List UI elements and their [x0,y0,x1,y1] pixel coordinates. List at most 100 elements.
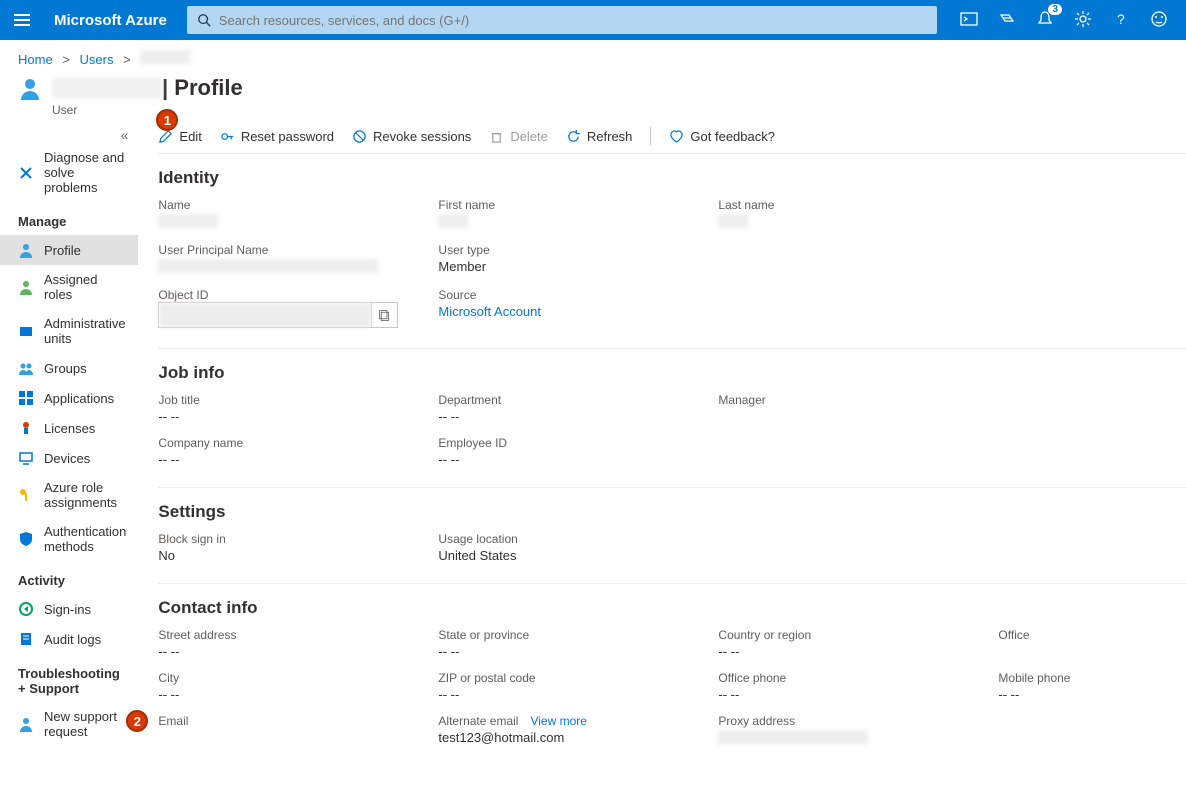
feedback-face-icon[interactable] [1150,10,1168,31]
feedback-button[interactable]: Got feedback? [669,129,775,144]
section-contact: Contact info [158,584,1186,626]
crumb-user-redacted [140,50,190,64]
identity-grid: Name First name Last name User Principal… [158,196,1186,349]
value-mobilephone: -- -- [998,685,1186,702]
label-street: Street address [158,628,428,642]
breadcrumb: Home > Users > [0,40,1186,71]
delete-button: Delete [489,129,548,144]
nav-profile[interactable]: Profile [0,235,138,265]
value-objectid-redacted [159,303,371,327]
collapse-sidebar-icon[interactable]: « [0,127,138,143]
chevron-right-icon: > [123,52,131,67]
directories-icon[interactable] [998,10,1016,31]
label-email: Email [158,714,428,728]
nav-section-manage: Manage [0,202,138,235]
nav-admin-units[interactable]: Administrative units [0,309,138,353]
nav-groups[interactable]: Groups [0,353,138,383]
page-subhead: User [52,103,1186,117]
section-jobinfo: Job info [158,349,1186,391]
menu-toggle[interactable] [8,8,36,32]
reset-password-button[interactable]: Reset password [220,129,334,144]
value-country: -- -- [718,642,988,659]
crumb-users[interactable]: Users [80,52,114,67]
value-jobtitle: -- -- [158,407,428,424]
value-officephone: -- -- [718,685,988,702]
help-icon[interactable]: ? [1112,10,1130,31]
notifications-icon[interactable]: 3 [1036,10,1054,31]
nav-section-activity: Activity [0,561,138,594]
roles-icon [18,279,34,295]
refresh-button[interactable]: Refresh [566,129,633,144]
devices-icon [18,450,34,466]
value-upn-redacted [158,259,378,273]
value-zip: -- -- [438,685,708,702]
label-office: Office [998,628,1186,642]
nav-signins[interactable]: Sign-ins [0,594,138,624]
groups-icon [18,360,34,376]
nav-auditlogs[interactable]: Audit logs [0,624,138,654]
nav-section-trouble: Troubleshooting + Support [0,654,138,702]
nav-auth-methods[interactable]: Authentication methods [0,517,138,561]
nav-azure-role[interactable]: Azure role assignments [0,473,138,517]
page-header: | Profile [0,71,1186,101]
label-city: City [158,671,428,685]
nav-applications[interactable]: Applications [0,383,138,413]
label-mobilephone: Mobile phone [998,671,1186,685]
label-firstname: First name [438,198,708,212]
apps-icon [18,390,34,406]
crumb-home[interactable]: Home [18,52,53,67]
search-icon [197,13,211,27]
value-department: -- -- [438,407,708,424]
nav-diagnose[interactable]: Diagnose and solve problems [0,143,138,202]
label-altemail: Alternate email [438,714,518,728]
user-name-redacted [52,78,162,98]
settings-grid: Block sign inNo Usage locationUnited Sta… [158,530,1186,584]
viewmore-link[interactable]: View more [530,714,586,728]
shield-icon [18,531,34,547]
label-state: State or province [438,628,708,642]
nav-assigned-roles[interactable]: Assigned roles [0,265,138,309]
brand-label[interactable]: Microsoft Azure [54,12,167,29]
cloud-shell-icon[interactable] [960,10,978,31]
value-usagelocation: United States [438,546,708,563]
diagnose-icon [18,165,34,181]
label-source: Source [438,288,708,302]
label-usagelocation: Usage location [438,532,708,546]
revoke-sessions-button[interactable]: Revoke sessions [352,129,471,144]
label-company: Company name [158,436,428,450]
value-city: -- -- [158,685,428,702]
toolbar-separator [650,127,651,145]
label-country: Country or region [718,628,988,642]
value-company: -- -- [158,450,428,467]
label-officephone: Office phone [718,671,988,685]
label-blocksignin: Block sign in [158,532,428,546]
global-header: Microsoft Azure 3 ? [0,0,1186,40]
value-usertype: Member [438,257,708,274]
block-icon [352,129,367,144]
global-search[interactable] [187,6,937,34]
user-icon [18,76,42,100]
nav-devices[interactable]: Devices [0,443,138,473]
log-icon [18,631,34,647]
label-proxy: Proxy address [718,714,988,728]
value-name-redacted [158,214,218,228]
label-objectid: Object ID [158,288,428,302]
value-source[interactable]: Microsoft Account [438,302,708,319]
label-zip: ZIP or postal code [438,671,708,685]
sidebar: « Diagnose and solve problems Manage Pro… [0,117,138,787]
annotation-2: 2 [126,710,148,732]
value-firstname-redacted [438,214,468,228]
key-icon [220,129,235,144]
nav-newsupport[interactable]: New support request [0,702,138,746]
main-content: 1 Edit Reset password Revoke sessions De… [138,117,1186,787]
label-employeeid: Employee ID [438,436,708,450]
search-input[interactable] [219,13,927,28]
job-grid: Job title-- -- Department-- -- Manager C… [158,391,1186,488]
svg-text:?: ? [1117,11,1125,27]
command-bar: Edit Reset password Revoke sessions Dele… [158,117,1186,154]
value-lastname-redacted [718,214,748,228]
settings-icon[interactable] [1074,10,1092,31]
nav-licenses[interactable]: Licenses [0,413,138,443]
label-name: Name [158,198,428,212]
copy-objectid-button[interactable] [371,303,397,327]
